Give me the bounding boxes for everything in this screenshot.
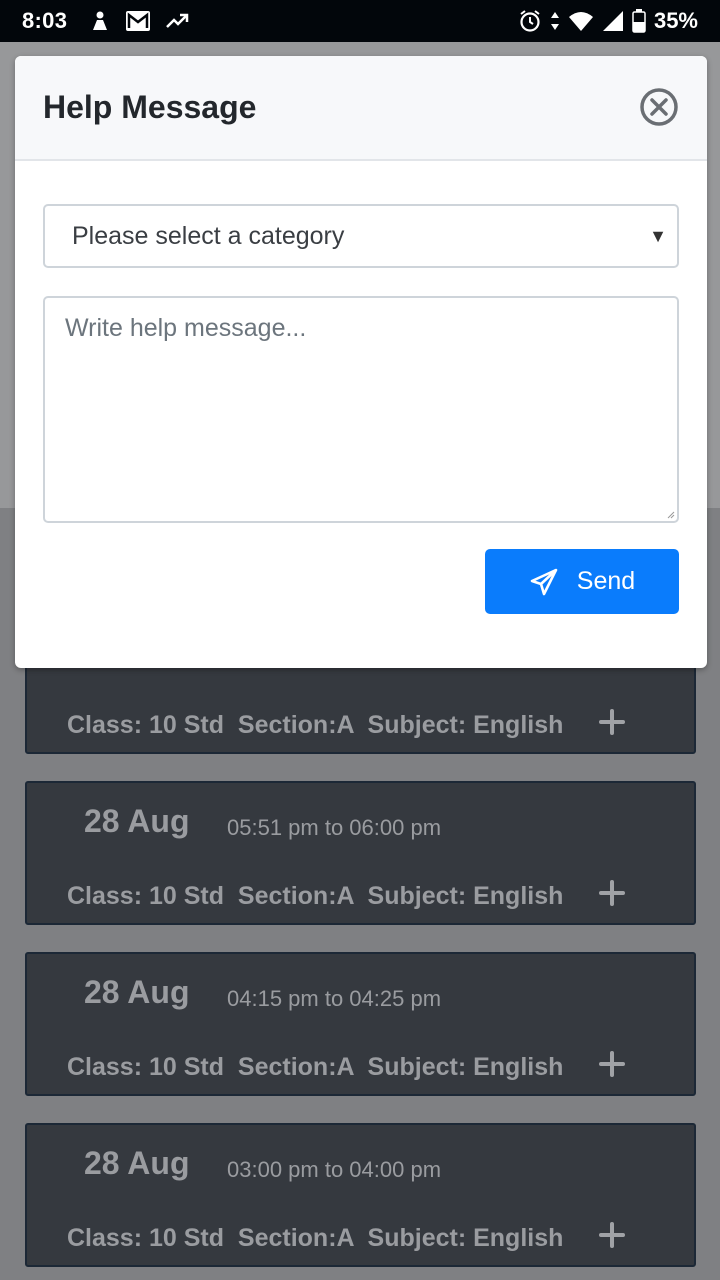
send-button-label: Send	[576, 567, 636, 595]
category-select-value: Please select a category	[72, 222, 345, 250]
trending-icon	[166, 13, 189, 28]
schedule-card[interactable]: 28 Aug 03:00 pm to 04:00 pm Class: 10 St…	[25, 1123, 696, 1267]
battery-percent: 35%	[653, 8, 698, 33]
schedule-info: Class: 10 Std Section:A Subject: English	[67, 1053, 564, 1081]
battery-icon	[632, 9, 646, 33]
schedule-card[interactable]: 28 Aug 04:15 pm to 04:25 pm Class: 10 St…	[25, 952, 696, 1096]
expand-plus-icon[interactable]	[592, 873, 632, 913]
notification-icons	[89, 10, 189, 32]
status-bar: 8:03 35%	[0, 0, 720, 42]
schedule-date: 28 Aug	[84, 803, 190, 839]
app-notification-icon	[93, 11, 108, 30]
paper-plane-icon	[530, 568, 558, 595]
alarm-icon	[520, 10, 540, 32]
wifi-icon	[568, 12, 593, 31]
expand-plus-icon[interactable]	[592, 1215, 632, 1255]
help-message-field[interactable]: Write help message...	[43, 296, 679, 523]
close-icon[interactable]	[639, 87, 679, 127]
expand-plus-icon[interactable]	[592, 702, 632, 742]
data-arrows-icon	[550, 12, 559, 30]
help-message-modal: Help Message Please select a category ▼ …	[15, 56, 707, 668]
schedule-time: 05:51 pm to 06:00 pm	[227, 815, 442, 840]
expand-plus-icon[interactable]	[592, 1044, 632, 1084]
status-time: 8:03	[22, 8, 68, 33]
schedule-time: 03:00 pm to 04:00 pm	[227, 1157, 442, 1182]
dropdown-arrow-icon: ▼	[649, 226, 667, 246]
schedule-info: Class: 10 Std Section:A Subject: English	[67, 1224, 564, 1252]
schedule-date: 28 Aug	[84, 1145, 190, 1181]
schedule-date: 28 Aug	[84, 974, 190, 1010]
schedule-time: 04:15 pm to 04:25 pm	[227, 986, 442, 1011]
system-icons: 35%	[518, 8, 698, 34]
schedule-info: Class: 10 Std Section:A Subject: English	[67, 711, 564, 739]
modal-title: Help Message	[43, 89, 257, 125]
schedule-info: Class: 10 Std Section:A Subject: English	[67, 882, 564, 910]
gmail-icon	[126, 11, 151, 31]
modal-header: Help Message	[15, 56, 707, 161]
resize-grip-icon[interactable]	[667, 511, 675, 519]
help-message-placeholder: Write help message...	[65, 314, 307, 342]
schedule-card[interactable]: 28 Aug 05:51 pm to 06:00 pm Class: 10 St…	[25, 781, 696, 925]
signal-icon	[602, 11, 623, 31]
category-select[interactable]: Please select a category ▼	[43, 204, 679, 268]
send-button[interactable]: Send	[485, 549, 679, 614]
